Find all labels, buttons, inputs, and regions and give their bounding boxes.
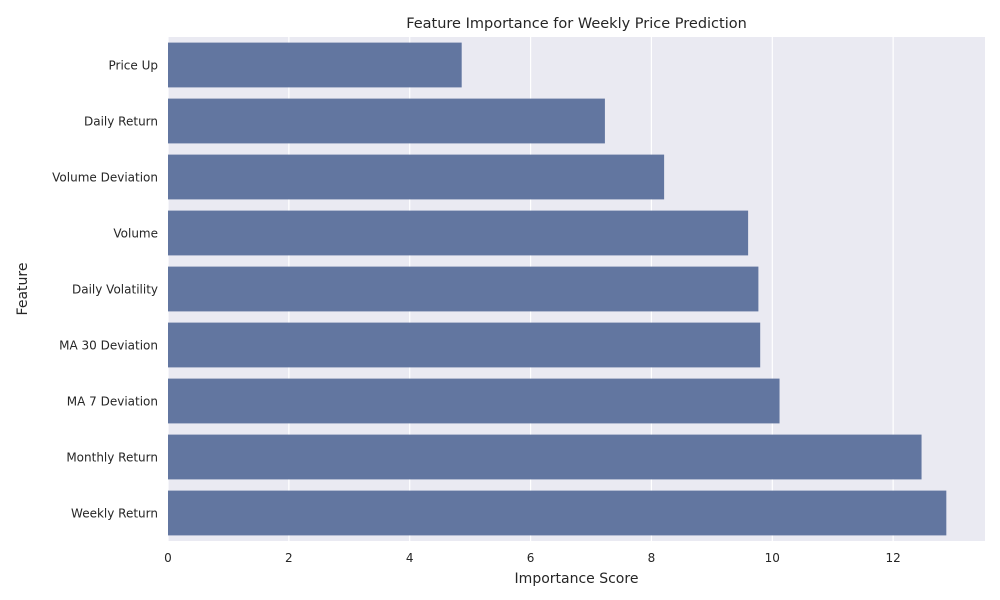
y-tick-label: Daily Volatility <box>72 283 158 297</box>
x-tick-label: 10 <box>765 551 780 565</box>
x-axis-label: Importance Score <box>515 571 639 587</box>
x-tick-labels: 0 2 4 6 8 10 12 <box>164 551 901 565</box>
x-tick-label: 4 <box>406 551 414 565</box>
bar <box>168 210 749 256</box>
x-tick-label: 12 <box>886 551 901 565</box>
bar <box>168 154 665 200</box>
y-tick-label: Daily Return <box>84 115 158 129</box>
y-tick-label: Price Up <box>109 59 159 73</box>
bar <box>168 378 780 424</box>
x-tick-label: 2 <box>285 551 293 565</box>
feature-importance-chart: Price Up Daily Return Volume Deviation Volu… <box>15 16 985 587</box>
y-tick-label: MA 30 Deviation <box>59 339 158 353</box>
x-tick-label: 6 <box>527 551 535 565</box>
y-tick-label: Volume <box>113 227 158 241</box>
y-tick-label: Monthly Return <box>66 451 158 465</box>
bar <box>168 266 759 312</box>
bar <box>168 42 462 88</box>
y-axis-label: Feature <box>15 263 31 316</box>
x-tick-label: 8 <box>648 551 656 565</box>
y-tick-label: MA 7 Deviation <box>67 395 158 409</box>
x-tick-label: 0 <box>164 551 172 565</box>
y-tick-label: Weekly Return <box>71 507 158 521</box>
chart-title: Feature Importance for Weekly Price Pred… <box>406 16 747 32</box>
bar <box>168 322 761 368</box>
bar <box>168 434 922 480</box>
bar <box>168 490 947 536</box>
y-tick-labels: Price Up Daily Return Volume Deviation Volu… <box>52 59 158 521</box>
y-tick-label: Volume Deviation <box>52 171 158 185</box>
bar <box>168 98 605 144</box>
